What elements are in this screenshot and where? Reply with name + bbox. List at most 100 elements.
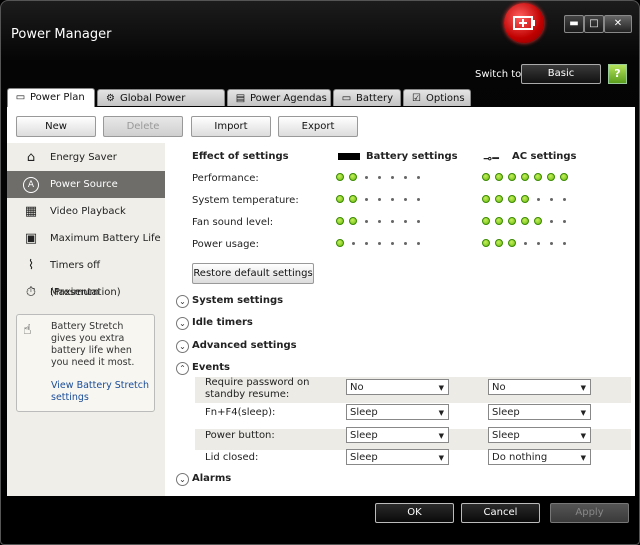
view-battery-stretch-link[interactable]: View Battery Stretch settings	[51, 380, 151, 404]
section-advanced-settings[interactable]: Advanced settings	[192, 340, 297, 351]
rating-dot-empty	[550, 198, 553, 201]
rating-dot-empty	[391, 242, 394, 245]
film-icon: ▦	[24, 204, 38, 219]
battery-plug-icon	[338, 153, 360, 160]
rating-dot-filled	[560, 173, 568, 181]
rating-dot-filled	[336, 195, 344, 203]
ac-settings-header: AC settings	[512, 151, 577, 162]
rating-dot-filled	[482, 217, 490, 225]
restore-defaults-button[interactable]: Restore default settings	[192, 263, 314, 284]
password-ac-select[interactable]: No ▼	[488, 379, 591, 395]
expand-system-icon[interactable]: ⌄	[176, 295, 189, 308]
tab-power-plan[interactable]: ▭ Power Plan	[7, 88, 95, 107]
help-icon[interactable]: ?	[608, 64, 627, 84]
rating-dot-filled	[495, 173, 503, 181]
expand-advanced-icon[interactable]: ⌄	[176, 340, 189, 353]
section-alarms[interactable]: Alarms	[192, 473, 231, 484]
switch-basic-button[interactable]: Basic	[521, 64, 601, 84]
rating-dot-filled	[521, 217, 529, 225]
rating-dot-filled	[349, 217, 357, 225]
effect-label-performance: Performance:	[192, 173, 259, 184]
fn-f4-battery-select[interactable]: Sleep ▼	[346, 404, 449, 420]
window-title: Power Manager	[11, 27, 112, 42]
tab-power-agendas[interactable]: ▤ Power Agendas	[227, 89, 331, 106]
rating-dot-filled	[336, 217, 344, 225]
rating-dot-empty	[563, 198, 566, 201]
rating-dot-filled	[521, 173, 529, 181]
power-manager-window: Power Manager ▬ □ ✕ Switch to: Basic ? ▭…	[0, 0, 640, 545]
rating-dot-filled	[482, 173, 490, 181]
battery-stretch-box: ☝ Battery Stretch gives you extra batter…	[16, 314, 155, 412]
plan-maximum-battery-life[interactable]: ▣ Maximum Battery Life	[7, 225, 165, 252]
effect-label-power: Power usage:	[192, 239, 259, 250]
password-battery-select[interactable]: No ▼	[346, 379, 449, 395]
export-button[interactable]: Export	[278, 116, 358, 137]
effect-label-fan: Fan sound level:	[192, 217, 274, 228]
plan-energy-saver[interactable]: ⌂ Energy Saver	[7, 144, 165, 171]
rating-dot-filled	[349, 195, 357, 203]
section-idle-timers[interactable]: Idle timers	[192, 317, 253, 328]
event-label-password: Require password on standby resume:	[205, 377, 310, 400]
checkbox-icon: ☑	[412, 93, 421, 104]
plan-timers-off[interactable]: ⌇ Timers off (Presentation)	[7, 252, 165, 298]
battery-settings-header: Battery settings	[366, 151, 458, 162]
rating-dot-empty	[365, 198, 368, 201]
battery-stretch-text: Battery Stretch gives you extra battery …	[51, 321, 135, 368]
rating-dot-empty	[550, 220, 553, 223]
fn-f4-ac-select[interactable]: Sleep ▼	[488, 404, 591, 420]
lid-closed-battery-select[interactable]: Sleep ▼	[346, 449, 449, 465]
rating-dot-filled	[495, 217, 503, 225]
close-button[interactable]: ✕	[604, 15, 632, 33]
rating-dot-empty	[563, 242, 566, 245]
plan-maximum-performance[interactable]: ⏱Maximum Performance	[7, 279, 165, 325]
tab-global-power-settings[interactable]: ⚙Global Power Settings	[97, 89, 225, 121]
rating-dot-filled	[349, 173, 357, 181]
expand-idle-icon[interactable]: ⌄	[176, 317, 189, 330]
rating-dot-empty	[365, 242, 368, 245]
minimize-button[interactable]: ▬	[564, 15, 584, 33]
battery-icon: ▭	[341, 93, 352, 104]
tab-options[interactable]: ☑ Options	[403, 89, 471, 106]
expand-alarms-icon[interactable]: ⌄	[176, 473, 189, 486]
rating-dot-filled	[508, 217, 516, 225]
page-icon: ▭	[15, 92, 26, 103]
effect-title: Effect of settings	[192, 151, 289, 162]
section-events[interactable]: Events	[192, 362, 230, 373]
rating-dot-filled	[534, 217, 542, 225]
apply-button[interactable]: Apply	[550, 503, 629, 523]
tab-battery[interactable]: ▭ Battery	[333, 89, 401, 106]
rating-dot-filled	[508, 195, 516, 203]
section-system-settings[interactable]: System settings	[192, 295, 283, 306]
rating-dot-filled	[482, 195, 490, 203]
rating-dot-empty	[524, 242, 527, 245]
stopwatch-icon: ⏱	[25, 285, 37, 300]
collapse-events-icon[interactable]: ⌃	[176, 362, 189, 375]
plan-video-playback[interactable]: ▦ Video Playback	[7, 198, 165, 225]
rating-dot-filled	[508, 239, 516, 247]
event-label-power-button: Power button:	[205, 430, 275, 441]
plan-power-source-optimized[interactable]: A Power Source Optimized	[7, 171, 165, 217]
lid-closed-ac-select[interactable]: Do nothing ▼	[488, 449, 591, 465]
new-button[interactable]: New	[16, 116, 96, 137]
power-button-ac-select[interactable]: Sleep ▼	[488, 427, 591, 443]
power-button-battery-select[interactable]: Sleep ▼	[346, 427, 449, 443]
rating-dot-empty	[378, 198, 381, 201]
rating-dot-empty	[417, 176, 420, 179]
cancel-button[interactable]: Cancel	[461, 503, 540, 523]
rating-dot-filled	[495, 239, 503, 247]
delete-button[interactable]: Delete	[103, 116, 183, 137]
import-button[interactable]: Import	[191, 116, 271, 137]
ok-button[interactable]: OK	[375, 503, 454, 523]
maximize-button[interactable]: □	[584, 15, 604, 33]
rating-dot-filled	[336, 173, 344, 181]
rating-dot-empty	[378, 220, 381, 223]
ac-plug-icon: ⊸━	[483, 152, 499, 165]
rating-dot-empty	[537, 198, 540, 201]
a-circle-icon: A	[23, 177, 39, 193]
switch-to-label: Switch to:	[475, 69, 525, 80]
rating-dot-filled	[482, 239, 490, 247]
battery-logo-icon	[504, 3, 544, 43]
event-label-fn-f4: Fn+F4(sleep):	[205, 407, 276, 418]
rating-dot-empty	[404, 220, 407, 223]
rating-dot-empty	[563, 220, 566, 223]
